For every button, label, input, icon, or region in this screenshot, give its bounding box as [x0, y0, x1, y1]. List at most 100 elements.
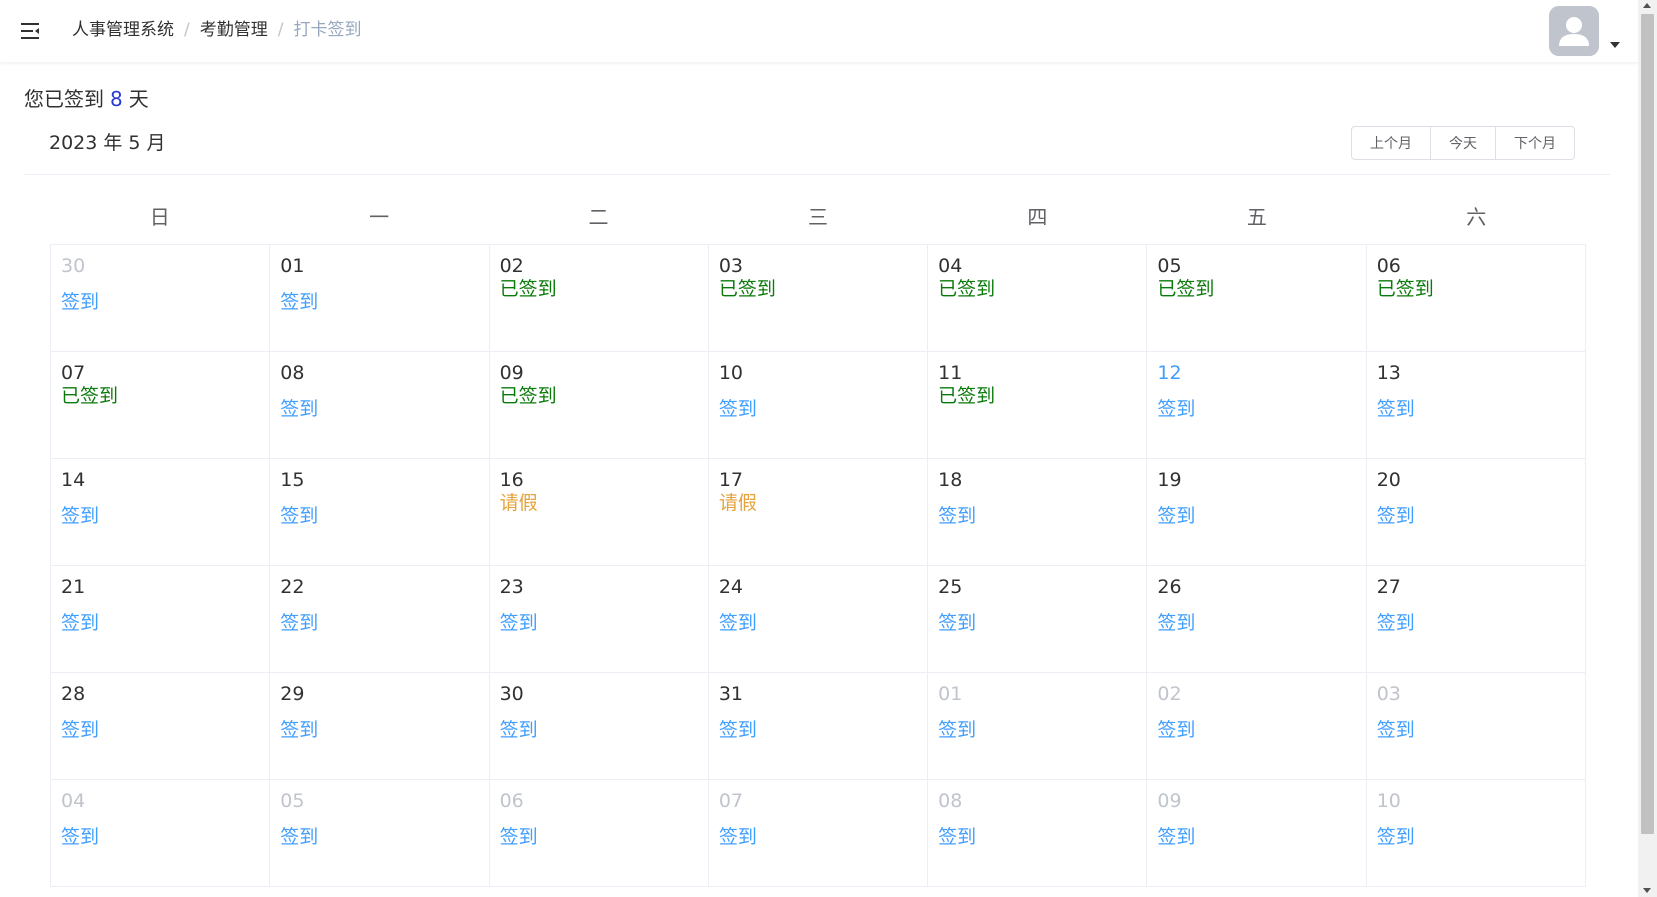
- next-month-button[interactable]: 下个月: [1495, 126, 1575, 160]
- signin-link[interactable]: 签到: [280, 718, 478, 742]
- breadcrumb-item-home[interactable]: 人事管理系统: [72, 18, 174, 42]
- signin-link[interactable]: 签到: [1377, 611, 1575, 635]
- user-avatar-icon[interactable]: [1549, 6, 1599, 56]
- signin-link[interactable]: 签到: [1157, 504, 1355, 528]
- calendar-day-cell[interactable]: 29 签到: [270, 673, 490, 780]
- calendar-day-cell[interactable]: 08 签到: [270, 352, 490, 459]
- weekday-label: 一: [369, 205, 390, 229]
- signin-link[interactable]: 签到: [1377, 397, 1575, 421]
- calendar-day-cell[interactable]: 31 签到: [708, 673, 929, 780]
- signin-link[interactable]: 签到: [500, 718, 698, 742]
- signin-link[interactable]: 签到: [1377, 718, 1575, 742]
- signin-link[interactable]: 签到: [1377, 504, 1575, 528]
- calendar-day-cell[interactable]: 15 签到: [270, 459, 490, 566]
- breadcrumb-item-attendance[interactable]: 考勤管理: [200, 18, 268, 42]
- calendar-day-cell[interactable]: 10 签到: [708, 352, 929, 459]
- calendar-day-cell[interactable]: 28 签到: [51, 673, 271, 780]
- calendar-day-cell[interactable]: 01 签到: [928, 673, 1148, 780]
- today-button[interactable]: 今天: [1430, 126, 1496, 160]
- calendar-day-cell[interactable]: 09 已签到: [489, 352, 709, 459]
- signin-link[interactable]: 签到: [719, 718, 917, 742]
- calendar-day-cell[interactable]: 30 签到: [51, 245, 271, 352]
- calendar-day-cell[interactable]: 30 签到: [489, 673, 709, 780]
- day-number: 11: [938, 362, 963, 384]
- calendar-day-cell[interactable]: 03 已签到: [708, 245, 929, 352]
- calendar-day-cell[interactable]: 03 签到: [1366, 673, 1586, 780]
- signin-link[interactable]: 签到: [719, 397, 917, 421]
- signin-link[interactable]: 签到: [61, 504, 259, 528]
- signin-link[interactable]: 签到: [280, 397, 478, 421]
- signin-count: 8: [110, 87, 123, 111]
- signin-link[interactable]: 签到: [1157, 611, 1355, 635]
- calendar-day-cell[interactable]: 24 签到: [708, 566, 929, 673]
- signed-status: 已签到: [499, 278, 557, 300]
- calendar-day-cell[interactable]: 17 请假: [708, 459, 929, 566]
- user-avatar-dropdown[interactable]: [1549, 6, 1625, 56]
- calendar-day-cell[interactable]: 14 签到: [51, 459, 271, 566]
- hamburger-menu-icon[interactable]: [20, 20, 42, 42]
- signin-link[interactable]: 签到: [280, 504, 478, 528]
- signin-link[interactable]: 签到: [1377, 825, 1575, 849]
- calendar-day-cell[interactable]: 13 签到: [1366, 352, 1586, 459]
- calendar-day-cell[interactable]: 06 签到: [489, 780, 709, 887]
- calendar-day-cell[interactable]: 26 签到: [1147, 566, 1367, 673]
- weekday-label: 四: [1027, 205, 1048, 229]
- signed-status: 已签到: [718, 278, 776, 300]
- calendar-day-cell[interactable]: 10 签到: [1366, 780, 1586, 887]
- signin-link[interactable]: 签到: [280, 290, 478, 314]
- calendar-day-cell[interactable]: 21 签到: [51, 566, 271, 673]
- signin-link[interactable]: 签到: [61, 290, 259, 314]
- signin-link[interactable]: 签到: [500, 825, 698, 849]
- calendar-day-cell[interactable]: 05 已签到: [1147, 245, 1367, 352]
- calendar-day-cell[interactable]: 02 签到: [1147, 673, 1367, 780]
- calendar-day-cell[interactable]: 04 签到: [51, 780, 271, 887]
- signin-link[interactable]: 签到: [61, 825, 259, 849]
- signin-link[interactable]: 签到: [1157, 397, 1355, 421]
- calendar-day-cell[interactable]: 07 已签到: [51, 352, 271, 459]
- signin-link[interactable]: 签到: [719, 611, 917, 635]
- calendar-day-cell[interactable]: 08 签到: [928, 780, 1148, 887]
- calendar-day-cell[interactable]: 12 签到: [1147, 352, 1367, 459]
- calendar-day-cell[interactable]: 18 签到: [928, 459, 1148, 566]
- signin-link[interactable]: 签到: [719, 825, 917, 849]
- calendar-day-cell[interactable]: 20 签到: [1366, 459, 1586, 566]
- signin-link[interactable]: 签到: [280, 611, 478, 635]
- signin-link[interactable]: 签到: [500, 611, 698, 635]
- calendar-day-cell[interactable]: 07 签到: [708, 780, 929, 887]
- day-number: 13: [1376, 362, 1401, 384]
- day-number: 31: [718, 683, 744, 705]
- calendar-day-cell[interactable]: 27 签到: [1366, 566, 1586, 673]
- calendar-grid: 30 签到 01 签到 02 已签到 03 已签到 04 已签到 05 已签到 06 已签到 07 已签到 08…: [50, 244, 1586, 887]
- signin-link[interactable]: 签到: [938, 504, 1136, 528]
- day-number: 03: [1376, 683, 1401, 705]
- signin-link[interactable]: 签到: [938, 718, 1136, 742]
- calendar-day-cell[interactable]: 25 签到: [928, 566, 1148, 673]
- signin-link[interactable]: 签到: [61, 718, 259, 742]
- scroll-up-arrow-icon[interactable]: [1643, 3, 1651, 8]
- signin-link[interactable]: 签到: [61, 611, 259, 635]
- signed-status: 已签到: [938, 278, 996, 300]
- signin-link[interactable]: 签到: [280, 825, 478, 849]
- calendar-day-cell[interactable]: 23 签到: [489, 566, 709, 673]
- calendar-day-cell[interactable]: 05 签到: [270, 780, 490, 887]
- calendar-day-cell[interactable]: 19 签到: [1147, 459, 1367, 566]
- calendar-day-cell[interactable]: 01 签到: [270, 245, 490, 352]
- calendar-day-cell[interactable]: 06 已签到: [1366, 245, 1586, 352]
- day-number: 08: [938, 790, 963, 812]
- calendar-day-cell[interactable]: 09 签到: [1147, 780, 1367, 887]
- calendar-day-cell[interactable]: 16 请假: [489, 459, 709, 566]
- calendar-day-cell[interactable]: 22 签到: [270, 566, 490, 673]
- signin-link[interactable]: 签到: [938, 611, 1136, 635]
- signin-link[interactable]: 签到: [1157, 825, 1355, 849]
- scrollbar-thumb[interactable]: [1641, 14, 1654, 834]
- signin-link[interactable]: 签到: [1157, 718, 1355, 742]
- scroll-down-arrow-icon[interactable]: [1643, 888, 1651, 893]
- calendar-day-cell[interactable]: 02 已签到: [489, 245, 709, 352]
- calendar-day-cell[interactable]: 04 已签到: [928, 245, 1148, 352]
- caret-down-icon[interactable]: [1610, 42, 1620, 48]
- calendar-day-cell[interactable]: 11 已签到: [928, 352, 1148, 459]
- vertical-scrollbar[interactable]: [1638, 0, 1657, 897]
- prev-month-button[interactable]: 上个月: [1351, 126, 1431, 160]
- signed-status: 已签到: [61, 385, 119, 407]
- signin-link[interactable]: 签到: [938, 825, 1136, 849]
